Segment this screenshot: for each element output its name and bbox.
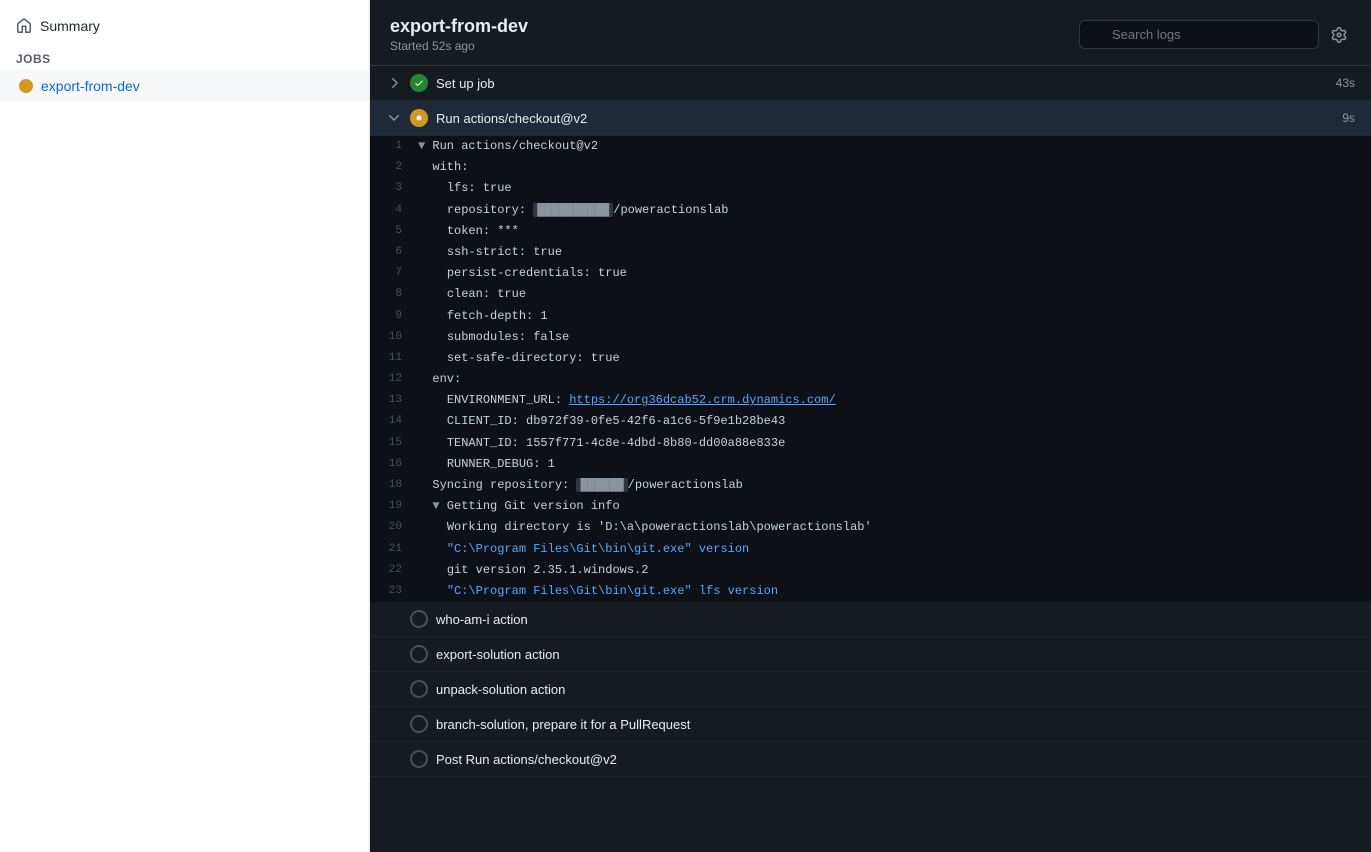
- step-run-checkout[interactable]: Run actions/checkout@v2 9s: [370, 101, 1371, 136]
- log-line-13: 13 ENVIRONMENT_URL: https://org36dcab52.…: [370, 390, 1371, 411]
- log-line-10: 10 submodules: false: [370, 327, 1371, 348]
- step-branch-solution[interactable]: branch-solution, prepare it for a PullRe…: [370, 707, 1371, 742]
- log-line-20: 20 Working directory is 'D:\a\poweractio…: [370, 517, 1371, 538]
- log-line-3: 3 lfs: true: [370, 178, 1371, 199]
- step-checkout-duration: 9s: [1342, 111, 1355, 125]
- home-icon: [16, 18, 32, 34]
- header-actions: [1079, 20, 1351, 49]
- search-container: [1079, 20, 1319, 49]
- environment-url-link[interactable]: https://org36dcab52.crm.dynamics.com/: [569, 393, 835, 407]
- log-line-16: 16 RUNNER_DEBUG: 1: [370, 454, 1371, 475]
- log-line-12: 12 env:: [370, 369, 1371, 390]
- log-line-11: 11 set-safe-directory: true: [370, 348, 1371, 369]
- sidebar-job-item[interactable]: export-from-dev: [0, 70, 369, 102]
- log-line-7: 7 persist-credentials: true: [370, 263, 1371, 284]
- job-subtitle: Started 52s ago: [390, 39, 528, 53]
- log-line-4: 4 repository: ██████████/poweractionslab: [370, 200, 1371, 221]
- job-title: export-from-dev: [390, 16, 528, 37]
- settings-button[interactable]: [1327, 23, 1351, 47]
- step-unpack-solution-label: unpack-solution action: [436, 682, 1355, 697]
- step-who-am-i[interactable]: who-am-i action: [370, 602, 1371, 637]
- log-line-15: 15 TENANT_ID: 1557f771-4c8e-4dbd-8b80-dd…: [370, 433, 1371, 454]
- chevron-right-icon: [386, 75, 402, 91]
- sidebar: Summary Jobs export-from-dev: [0, 0, 370, 852]
- log-line-1: 1 ▼ Run actions/checkout@v2: [370, 136, 1371, 157]
- sidebar-summary-link[interactable]: Summary: [0, 8, 369, 44]
- step-checkout-label: Run actions/checkout@v2: [436, 111, 1334, 126]
- step-unpack-solution[interactable]: unpack-solution action: [370, 672, 1371, 707]
- summary-label: Summary: [40, 18, 100, 34]
- step-pending-icon-2: [410, 645, 428, 663]
- step-success-icon: [410, 74, 428, 92]
- log-line-5: 5 token: ***: [370, 221, 1371, 242]
- step-setup-job[interactable]: Set up job 43s: [370, 66, 1371, 101]
- log-line-6: 6 ssh-strict: true: [370, 242, 1371, 263]
- job-name: export-from-dev: [41, 78, 140, 94]
- step-branch-solution-label: branch-solution, prepare it for a PullRe…: [436, 717, 1355, 732]
- log-line-22: 22 git version 2.35.1.windows.2: [370, 560, 1371, 581]
- main-content: export-from-dev Started 52s ago: [370, 0, 1371, 852]
- step-setup-job-label: Set up job: [436, 76, 1328, 91]
- chevron-down-icon: [386, 110, 402, 126]
- job-title-section: export-from-dev Started 52s ago: [390, 16, 528, 53]
- main-header: export-from-dev Started 52s ago: [370, 0, 1371, 66]
- steps-container: Set up job 43s Run actions/checkout@v2 9…: [370, 66, 1371, 852]
- gear-icon: [1331, 27, 1347, 43]
- log-line-23: 23 "C:\Program Files\Git\bin\git.exe" lf…: [370, 581, 1371, 602]
- log-line-19: 19 ▼ Getting Git version info: [370, 496, 1371, 517]
- job-status-indicator: [19, 79, 33, 93]
- step-who-am-i-label: who-am-i action: [436, 612, 1355, 627]
- step-setup-job-duration: 43s: [1336, 76, 1355, 90]
- search-logs-input[interactable]: [1079, 20, 1319, 49]
- step-pending-icon: [410, 610, 428, 628]
- step-post-run-checkout[interactable]: Post Run actions/checkout@v2: [370, 742, 1371, 777]
- log-line-2: 2 with:: [370, 157, 1371, 178]
- log-line-18: 18 Syncing repository: ██████/poweractio…: [370, 475, 1371, 496]
- step-export-solution-label: export-solution action: [436, 647, 1355, 662]
- step-pending-icon-3: [410, 680, 428, 698]
- jobs-section-label: Jobs: [0, 44, 369, 70]
- log-line-21: 21 "C:\Program Files\Git\bin\git.exe" ve…: [370, 539, 1371, 560]
- step-pending-icon-4: [410, 715, 428, 733]
- step-export-solution[interactable]: export-solution action: [370, 637, 1371, 672]
- step-post-run-checkout-label: Post Run actions/checkout@v2: [436, 752, 1355, 767]
- log-line-9: 9 fetch-depth: 1: [370, 306, 1371, 327]
- log-content: 1 ▼ Run actions/checkout@v2 2 with: 3 lf…: [370, 136, 1371, 602]
- log-line-14: 14 CLIENT_ID: db972f39-0fe5-42f6-a1c6-5f…: [370, 411, 1371, 432]
- log-line-8: 8 clean: true: [370, 284, 1371, 305]
- step-pending-icon-5: [410, 750, 428, 768]
- step-running-icon: [410, 109, 428, 127]
